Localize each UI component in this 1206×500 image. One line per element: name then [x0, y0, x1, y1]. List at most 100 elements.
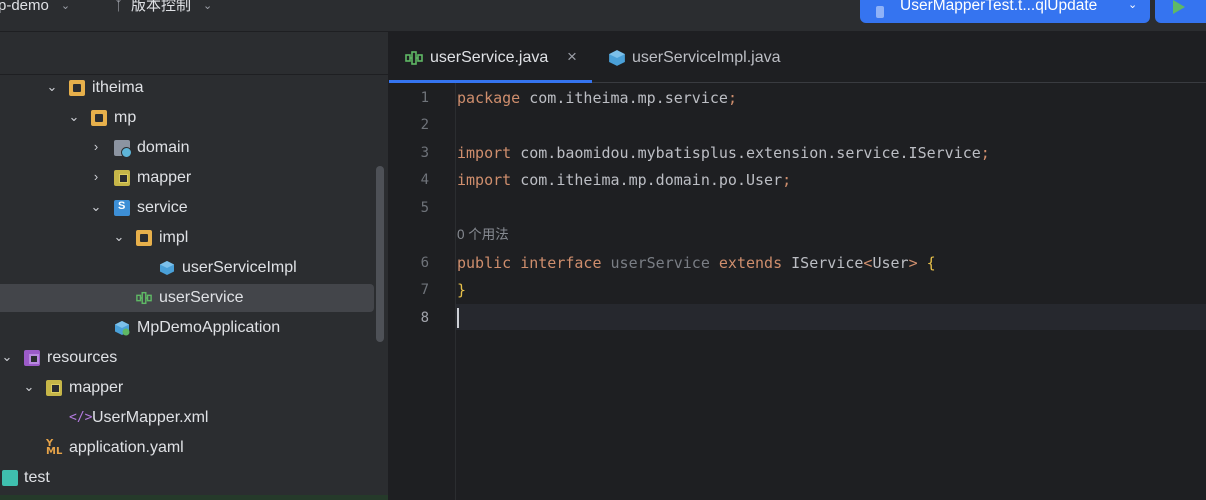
class-icon [609, 50, 625, 66]
chevron-down-icon: ⌄ [1128, 0, 1138, 11]
generic-bracket: > [908, 254, 918, 272]
tree-item-userserviceimpl[interactable]: userServiceImpl [0, 253, 374, 283]
tree-item-label: domain [137, 139, 190, 156]
tree-item-application-yaml[interactable]: Y ML application.yaml [0, 433, 374, 463]
folder-icon [46, 380, 62, 396]
chevron-down-icon: ⌄ [60, 0, 71, 12]
semicolon: ; [782, 171, 792, 189]
gutter-divider [455, 83, 456, 500]
project-name: p-demo [0, 0, 49, 14]
brace: } [457, 281, 467, 299]
line-number: 6 [420, 255, 429, 271]
type-name: IService [791, 254, 864, 272]
tree-item-label: MpDemoApplication [137, 319, 281, 336]
vcs-selector[interactable]: ᛉ 版本控制 ⌄ [114, 0, 212, 14]
yaml-file-icon: Y ML [46, 438, 63, 457]
line-number: 7 [420, 282, 429, 298]
tree-item-resources[interactable]: ⌄ resources [0, 343, 374, 373]
package-path: com.itheima.mp.service [520, 89, 728, 107]
mapper-package-icon [114, 170, 130, 186]
status-strip [0, 492, 388, 500]
chevron-down-icon[interactable]: ⌄ [68, 110, 80, 124]
keyword: interface [520, 254, 602, 272]
tree-item-userservice[interactable]: userService [0, 283, 374, 313]
line-number: 5 [420, 200, 429, 216]
keyword: extends [718, 254, 783, 272]
brace: { [917, 254, 936, 272]
code-line-1[interactable]: package com.itheima.mp.service; [457, 88, 737, 108]
tree-item-resources-mapper[interactable]: ⌄ mapper [0, 373, 374, 403]
chevron-down-icon[interactable]: ⌄ [23, 380, 35, 394]
import-path: com.baomidou.mybatisplus.extension.servi… [511, 144, 981, 162]
chevron-down-icon[interactable]: ⌄ [46, 80, 58, 94]
tree-item-label: application.yaml [69, 439, 184, 456]
code-line-3[interactable]: import com.baomidou.mybatisplus.extensio… [457, 143, 990, 163]
generic-type: User [872, 254, 909, 272]
semicolon: ; [980, 144, 990, 162]
code-line-4[interactable]: import com.itheima.mp.domain.po.User; [457, 170, 791, 190]
interface-name: userService [610, 254, 710, 272]
tree-item-label: mapper [137, 169, 192, 186]
tree-item-label: service [137, 199, 188, 216]
run-button[interactable] [1155, 0, 1206, 23]
interface-icon [405, 51, 423, 65]
tree-item-usermapper-xml[interactable]: </> UserMapper.xml [0, 403, 374, 433]
spring-boot-app-icon [115, 321, 130, 336]
code-line-7[interactable]: } [457, 280, 466, 300]
tree-item-label: mp [114, 109, 137, 126]
tree-item-label: userServiceImpl [182, 259, 297, 276]
package-icon [69, 80, 85, 96]
current-line-highlight [389, 304, 1206, 330]
tab-label: userServiceImpl.java [632, 49, 781, 66]
tree-item-itheima[interactable]: ⌄ itheima [0, 73, 374, 103]
project-selector[interactable]: p-demo ⌄ [0, 0, 70, 14]
resources-folder-icon [24, 350, 40, 366]
test-config-icon [876, 6, 884, 18]
interface-icon [136, 291, 152, 305]
chevron-down-icon[interactable]: ⌄ [1, 350, 13, 364]
class-icon [160, 261, 174, 275]
chevron-right-icon[interactable]: › [90, 140, 102, 154]
run-configuration-selector[interactable]: UserMapperTest.t...qlUpdate ⌄ [860, 0, 1150, 23]
line-number: 1 [420, 90, 429, 106]
tab-userservice-java[interactable]: userService.java × [389, 32, 592, 83]
line-number-current: 8 [420, 310, 429, 326]
semicolon: ; [727, 89, 737, 107]
tree-item-domain[interactable]: › domain [0, 133, 374, 163]
close-icon[interactable]: × [567, 47, 577, 67]
branch-icon: ᛉ [114, 0, 124, 14]
tree-item-impl[interactable]: ⌄ impl [0, 223, 374, 253]
tree-item-label: userService [159, 289, 244, 306]
code-line-6[interactable]: public interface userService extends ISe… [457, 253, 936, 273]
play-icon [1173, 0, 1185, 14]
title-bar: p-demo ⌄ ᛉ 版本控制 ⌄ UserMapperTest.t...qlUpda… [0, 0, 1206, 32]
keyword: import [457, 144, 512, 162]
project-tool-window: ⌄ itheima ⌄ mp › domain › mapper ⌄ servi… [0, 32, 389, 500]
line-number: 2 [420, 117, 429, 133]
import-path: com.itheima.mp.domain.po.User [511, 171, 783, 189]
keyword: import [457, 171, 512, 189]
tree-scrollbar[interactable] [376, 166, 384, 342]
test-folder-icon [2, 470, 18, 486]
tree-item-mapper[interactable]: › mapper [0, 163, 374, 193]
line-number: 3 [420, 145, 429, 161]
run-config-label: UserMapperTest.t...qlUpdate [900, 0, 1098, 14]
chevron-right-icon[interactable]: › [90, 170, 102, 184]
package-icon [91, 110, 107, 126]
domain-package-icon [114, 140, 132, 158]
tree-item-mp[interactable]: ⌄ mp [0, 103, 374, 133]
tree-item-label: itheima [92, 79, 144, 96]
tree-item-mpdemoapplication[interactable]: MpDemoApplication [0, 313, 374, 343]
chevron-down-icon[interactable]: ⌄ [90, 200, 102, 214]
package-icon [136, 230, 152, 246]
tree-item-label: resources [47, 349, 118, 366]
usages-inlay-hint[interactable]: 0 个用法 [457, 226, 509, 244]
tree-item-test[interactable]: test [0, 463, 374, 493]
chevron-down-icon[interactable]: ⌄ [113, 230, 125, 244]
tree-item-label: impl [159, 229, 189, 246]
tree-item-service[interactable]: ⌄ service [0, 193, 374, 223]
keyword: public [457, 254, 512, 272]
tab-userserviceimpl-java[interactable]: userServiceImpl.java [592, 32, 812, 82]
chevron-down-icon: ⌄ [203, 0, 213, 12]
editor-area: userService.java × userServiceImpl.java … [389, 32, 1206, 500]
